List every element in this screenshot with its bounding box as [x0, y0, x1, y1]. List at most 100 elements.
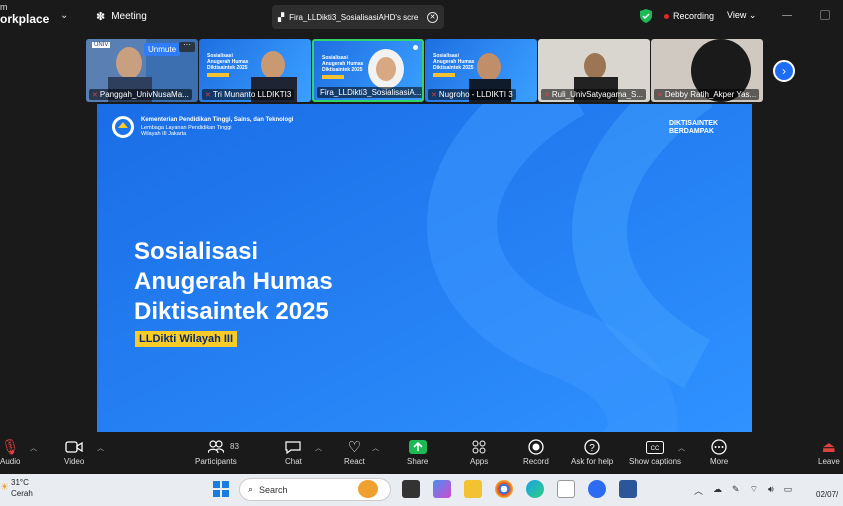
more-label: More: [710, 457, 729, 466]
volume-icon[interactable]: 🔊︎: [768, 484, 774, 497]
minimize-icon[interactable]: [782, 8, 796, 22]
system-tray: ︿ ☁ ✎ ⌔ 🔊︎ ▭: [694, 484, 792, 497]
next-page-button[interactable]: ›: [773, 60, 795, 82]
univ-logo: UNIV: [92, 42, 111, 48]
chevron-up-icon[interactable]: ︿: [372, 443, 379, 453]
ministry-name: Kementerian Pendidikan Tinggi, Sains, da…: [141, 117, 294, 123]
participant-name: ✕ Panggah_UnivNusaMa...: [89, 89, 192, 100]
chevron-up-icon[interactable]: ︿: [694, 484, 703, 497]
record-button[interactable]: Record: [523, 437, 549, 466]
view-label: View: [727, 10, 747, 20]
wifi-icon[interactable]: ⌔: [750, 484, 758, 497]
meeting-label: Meeting: [111, 11, 147, 22]
slide-title-line3: Diktisaintek 2025: [134, 298, 329, 325]
svg-text:CC: CC: [651, 446, 660, 452]
weather-icon: ☀: [0, 482, 9, 493]
screen-share-tab[interactable]: ▞ Fira_LLDikti3_SosialisasiAHD's scre ✕: [272, 5, 444, 29]
svg-text:?: ?: [589, 443, 595, 454]
participant-tile[interactable]: Sosialisasi Anugerah Humas Diktisaintek 20…: [425, 39, 537, 102]
battery-icon[interactable]: ▭: [784, 484, 793, 497]
share-button[interactable]: Share: [407, 437, 428, 466]
chrome-icon[interactable]: [495, 480, 513, 498]
slide-title-line2: Anugerah Humas: [134, 268, 333, 295]
file-explorer-icon[interactable]: [464, 480, 482, 498]
snipping-tool-icon[interactable]: [557, 480, 575, 498]
mic-muted-icon: ✕: [431, 91, 437, 99]
participant-tile[interactable]: Sosialisasi Anugerah Humas Diktisaintek 20…: [199, 39, 311, 102]
participant-face: [116, 47, 142, 79]
mini-slide-title: Sosialisasi Anugerah Humas Diktisaintek 20…: [207, 53, 248, 71]
close-icon[interactable]: ✕: [427, 11, 438, 23]
chevron-up-icon[interactable]: ︿: [315, 443, 322, 453]
participant-tile[interactable]: ✕ Debby Ratih_Akper Yas...: [651, 39, 763, 102]
shared-screen-slide: Kementerian Pendidikan Tinggi, Sains, da…: [97, 104, 752, 432]
search-icon: ⌕: [248, 484, 254, 494]
recording-indicator[interactable]: Recording: [664, 11, 714, 21]
mini-line3: Diktisaintek 2025: [322, 67, 363, 73]
participants-label: Participants: [195, 457, 237, 466]
cloud-icon[interactable]: ☁: [713, 484, 722, 497]
participant-tile[interactable]: ✕ Ruli_UnivSatyagama_S...: [538, 39, 650, 102]
video-camera-icon: [65, 437, 83, 457]
chevron-up-icon[interactable]: ︿: [30, 443, 37, 453]
taskbar-date[interactable]: 02/07/: [816, 490, 838, 499]
ask-for-help-button[interactable]: ? Ask for help: [571, 437, 613, 466]
word-icon[interactable]: [619, 480, 637, 498]
shield-check-icon[interactable]: [640, 9, 652, 28]
ministry-subname: Lembaga Layanan Pendidikan Tinggi Wilaya…: [141, 125, 232, 137]
share-screen-icon: [408, 437, 427, 457]
task-view-icon[interactable]: [402, 480, 420, 498]
chevron-down-icon[interactable]: ⌄: [60, 10, 68, 21]
windows-start-icon[interactable]: [213, 481, 229, 502]
leave-button[interactable]: ⏏ Leave: [818, 437, 840, 466]
brand-right-line1: DIKTISAINTEK: [669, 120, 718, 127]
mini-slide-tag: [207, 73, 229, 77]
slide-tag: LLDikti Wilayah III: [135, 331, 238, 347]
weather-temp: 31°C: [11, 478, 29, 487]
participant-face: [261, 51, 285, 79]
edge-icon[interactable]: [526, 480, 544, 498]
brand-line1: m: [0, 2, 8, 12]
apps-icon: [472, 437, 486, 457]
participant-face: [477, 53, 501, 81]
mini-slide-tag: [433, 73, 455, 77]
show-captions-button[interactable]: CC Show captions: [629, 437, 681, 466]
mic-muted-icon: ✕: [92, 91, 98, 99]
view-menu[interactable]: View ⌄: [727, 10, 756, 21]
mic-muted-icon: ✕: [544, 91, 550, 99]
pen-icon[interactable]: ✎: [732, 484, 740, 497]
mini-slide-title: Sosialisasi Anugerah Humas Diktisaintek 20…: [322, 55, 363, 73]
chevron-down-icon: ⌄: [748, 10, 757, 20]
participant-name-text: Panggah_UnivNusaMa...: [99, 90, 189, 99]
more-options-icon[interactable]: ···: [179, 41, 195, 52]
participant-tile[interactable]: UNIV Unmute ··· ✕ Panggah_UnivNusaMa...: [86, 39, 198, 102]
mic-muted-icon: ✕: [205, 91, 211, 99]
chevron-up-icon[interactable]: ︿: [97, 443, 104, 453]
brand-name: orkplace: [0, 12, 50, 26]
participant-name-text: Tri Munanto LLDIKTI3: [212, 90, 292, 99]
copilot-icon[interactable]: [433, 480, 451, 498]
indicator-dot: [413, 45, 418, 50]
chat-button[interactable]: Chat: [285, 437, 302, 466]
meeting-menu[interactable]: ✽ Meeting: [96, 10, 147, 23]
participant-name: ✕ Ruli_UnivSatyagama_S...: [541, 89, 647, 100]
more-button[interactable]: More: [710, 437, 728, 466]
maximize-icon[interactable]: [820, 10, 830, 20]
mic-muted-icon: 🎙︎: [0, 439, 20, 456]
ask-for-help-label: Ask for help: [571, 457, 614, 466]
participant-name: ✕ Nugroho - LLDIKTI 3: [428, 89, 516, 100]
audio-button[interactable]: 🎙︎ Audio: [0, 437, 20, 466]
record-label: Record: [523, 457, 549, 466]
video-button[interactable]: Video: [64, 437, 84, 466]
participant-name: Fira_LLDikti3_SosialisasiA...: [317, 87, 422, 98]
zoom-icon[interactable]: [588, 480, 606, 498]
chevron-right-icon: ›: [782, 64, 786, 78]
chevron-up-icon[interactable]: ︿: [678, 443, 685, 453]
brand-right-line2: BERDAMPAK: [669, 128, 714, 135]
participant-name: ✕ Debby Ratih_Akper Yas...: [654, 89, 760, 100]
leave-label: Leave: [818, 457, 840, 466]
react-button[interactable]: ♡ React: [344, 437, 365, 466]
unmute-button[interactable]: Unmute: [144, 43, 181, 56]
apps-button[interactable]: Apps: [470, 437, 488, 466]
participant-tile-active-speaker[interactable]: Sosialisasi Anugerah Humas Diktisaintek 20…: [312, 39, 424, 102]
